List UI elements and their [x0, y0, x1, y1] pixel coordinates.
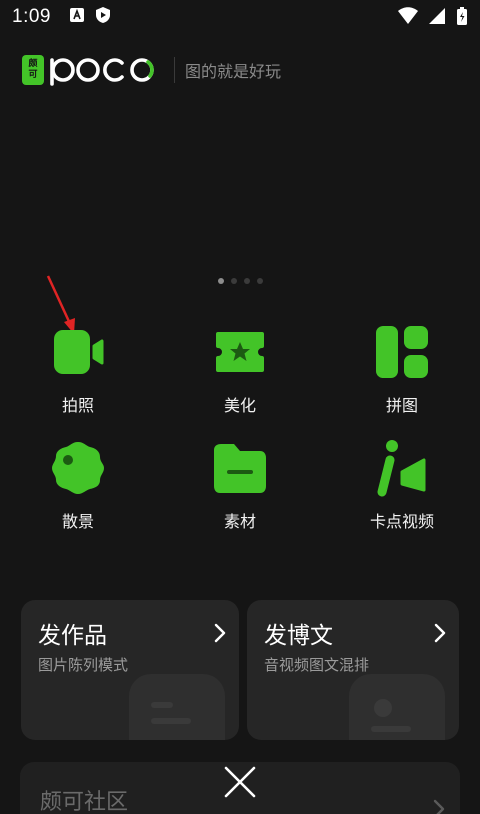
app-header: 颇 可 poco 图的就是好玩	[22, 52, 281, 88]
camera-video-icon	[46, 320, 110, 384]
card-decoration	[349, 674, 445, 740]
wifi-icon	[398, 7, 418, 29]
tool-collage[interactable]: 拼图	[342, 320, 462, 416]
chevron-right-icon	[432, 798, 446, 814]
page-dot	[217, 278, 224, 284]
header-divider	[174, 57, 175, 83]
tool-materials[interactable]: 素材	[180, 436, 300, 532]
tool-label: 素材	[223, 512, 256, 531]
tool-label: 拼图	[385, 396, 418, 415]
poco-wordmark-icon: poco	[50, 58, 154, 86]
app-slogan: 图的就是好玩	[185, 62, 282, 81]
card-post-works[interactable]: 发作品 图片陈列模式	[21, 600, 239, 740]
status-bar: 1:09	[0, 0, 480, 34]
page-dot	[230, 278, 237, 284]
card-title: 发博文	[264, 623, 333, 649]
logo-cn-bottom: 可	[28, 70, 38, 80]
close-button[interactable]	[222, 764, 258, 800]
chevron-right-icon	[213, 622, 227, 648]
signal-icon	[428, 7, 446, 29]
folder-icon	[208, 436, 272, 500]
tool-label: 卡点视频	[369, 512, 434, 531]
card-title: 发作品	[38, 623, 107, 649]
logo-cn-top: 颇	[28, 59, 38, 69]
close-icon	[224, 766, 256, 798]
font-notification-icon	[69, 7, 85, 27]
battery-icon	[456, 6, 468, 30]
card-decoration	[129, 674, 225, 740]
card-subtitle: 音视频图文混排	[264, 656, 370, 674]
tool-bokeh[interactable]: 散景	[18, 436, 138, 532]
card-title: 颇可社区	[40, 790, 129, 814]
tool-label: 拍照	[61, 396, 94, 415]
beat-video-icon	[370, 436, 434, 500]
tool-label: 美化	[223, 396, 256, 415]
poco-logo: poco	[48, 50, 160, 90]
tool-beat-video[interactable]: 卡点视频	[342, 436, 462, 532]
app-logo-badge: 颇 可	[22, 55, 44, 85]
card-post-blog[interactable]: 发博文 音视频图文混排	[247, 600, 459, 740]
status-time: 1:09	[12, 6, 51, 27]
shield-play-icon	[95, 6, 111, 28]
chevron-right-icon	[433, 622, 447, 648]
page-dot	[256, 278, 263, 284]
tool-label: 散景	[61, 512, 94, 531]
tool-camera[interactable]: 拍照	[18, 320, 138, 416]
bokeh-icon	[46, 436, 110, 500]
page-dot	[243, 278, 250, 284]
star-ticket-icon	[208, 320, 272, 384]
card-subtitle: 图片陈列模式	[38, 656, 129, 674]
collage-icon	[370, 320, 434, 384]
tool-beautify[interactable]: 美化	[180, 320, 300, 416]
